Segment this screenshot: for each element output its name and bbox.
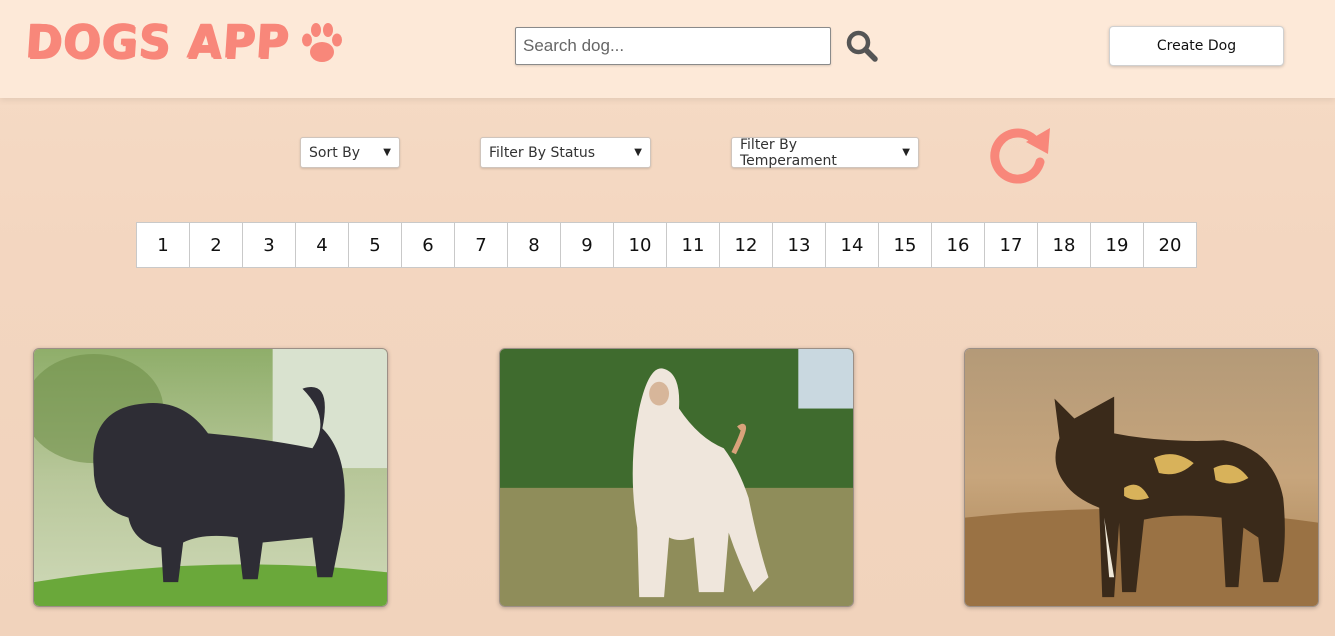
temperament-filter-select[interactable]: Filter By Temperament ▼ <box>731 136 919 169</box>
status-filter-value: Filter By Status <box>489 144 596 161</box>
page-button-18[interactable]: 18 <box>1037 222 1091 268</box>
page-button-15[interactable]: 15 <box>878 222 932 268</box>
sort-select-value: Sort By <box>309 144 361 161</box>
create-dog-button[interactable]: Create Dog <box>1109 26 1284 66</box>
chevron-down-icon: ▼ <box>634 147 642 158</box>
pagination: 1 2 3 4 5 6 7 8 9 10 11 12 13 14 15 16 17 18 19 20 <box>136 222 1197 268</box>
chevron-down-icon: ▼ <box>902 147 910 158</box>
paw-icon <box>301 23 342 62</box>
page-button-19[interactable]: 19 <box>1090 222 1144 268</box>
page-button-8[interactable]: 8 <box>507 222 561 268</box>
page-button-17[interactable]: 17 <box>984 222 1038 268</box>
dog-card[interactable] <box>499 348 854 607</box>
page-button-4[interactable]: 4 <box>295 222 349 268</box>
page-button-20[interactable]: 20 <box>1143 222 1197 268</box>
black-shaggy-dog-photo <box>34 349 387 606</box>
page-button-10[interactable]: 10 <box>613 222 667 268</box>
refresh-icon[interactable] <box>986 122 1052 188</box>
navbar: DOGS APP Create Dog <box>0 0 1335 98</box>
temperament-filter-value: Filter By Temperament <box>740 136 837 169</box>
afghan-hound-photo <box>500 349 853 606</box>
status-filter-select[interactable]: Filter By Status ▼ <box>480 137 651 168</box>
dog-card[interactable] <box>33 348 388 607</box>
app-logo[interactable]: DOGS APP <box>24 15 346 70</box>
page-button-2[interactable]: 2 <box>189 222 243 268</box>
african-wild-dog-photo <box>965 349 1318 606</box>
page-button-11[interactable]: 11 <box>666 222 720 268</box>
chevron-down-icon: ▼ <box>383 147 391 158</box>
search-bar <box>515 27 879 65</box>
page-button-3[interactable]: 3 <box>242 222 296 268</box>
page-button-9[interactable]: 9 <box>560 222 614 268</box>
page-button-1[interactable]: 1 <box>136 222 190 268</box>
page-button-12[interactable]: 12 <box>719 222 773 268</box>
page-button-7[interactable]: 7 <box>454 222 508 268</box>
page-button-5[interactable]: 5 <box>348 222 402 268</box>
page-button-6[interactable]: 6 <box>401 222 455 268</box>
sort-select[interactable]: Sort By ▼ <box>300 137 400 168</box>
page-button-14[interactable]: 14 <box>825 222 879 268</box>
search-input[interactable] <box>515 27 831 65</box>
page-button-13[interactable]: 13 <box>772 222 826 268</box>
page-button-16[interactable]: 16 <box>931 222 985 268</box>
dog-card[interactable] <box>964 348 1319 607</box>
search-icon[interactable] <box>845 29 879 63</box>
app-title: DOGS APP <box>24 15 292 70</box>
